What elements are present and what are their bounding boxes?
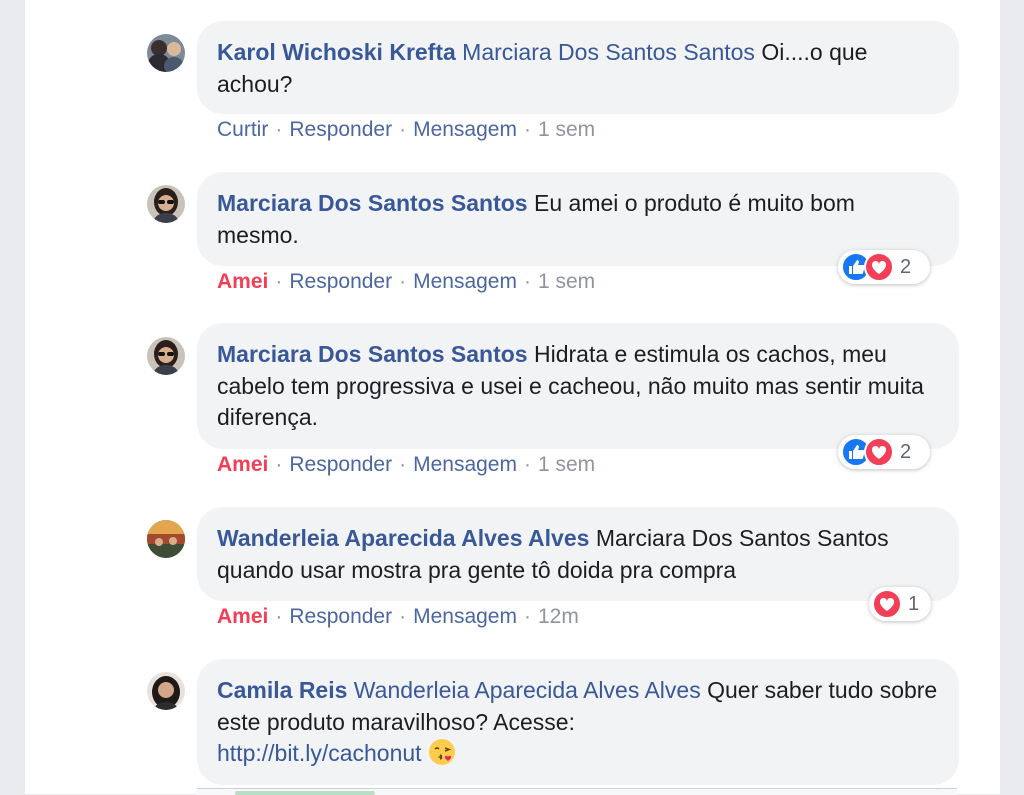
comment-timestamp[interactable]: 1 sem xyxy=(538,453,595,476)
comment-bubble: Wanderleia Aparecida Alves Alves Marciar… xyxy=(197,507,959,601)
message-button[interactable]: Mensagem xyxy=(413,453,517,476)
separator: · xyxy=(275,118,283,141)
love-icon xyxy=(864,252,894,282)
comment-author[interactable]: Wanderleia Aparecida Alves Alves xyxy=(217,525,589,551)
separator: · xyxy=(523,453,531,476)
separator: · xyxy=(523,605,531,628)
message-button[interactable]: Mensagem xyxy=(413,605,517,628)
kissing-face-icon xyxy=(428,738,456,775)
like-button[interactable]: Amei xyxy=(217,605,268,628)
comment-timestamp[interactable]: 1 sem xyxy=(538,118,595,141)
comment-mention[interactable]: Marciara Dos Santos Santos xyxy=(456,39,755,65)
avatar[interactable] xyxy=(147,337,185,375)
comment-author[interactable]: Marciara Dos Santos Santos xyxy=(217,190,528,216)
reaction-count: 2 xyxy=(900,440,912,463)
separator: · xyxy=(399,453,407,476)
reply-button[interactable]: Responder xyxy=(289,270,392,293)
comment-timestamp[interactable]: 1 sem xyxy=(538,270,595,293)
separator: · xyxy=(523,118,531,141)
separator: · xyxy=(523,270,531,293)
comment-actions: Curtir · Responder · Mensagem · 1 sem xyxy=(217,118,595,142)
comment-timestamp[interactable]: 12m xyxy=(538,605,579,628)
comment-author[interactable]: Camila Reis xyxy=(217,677,347,703)
comment-actions: Amei · Responder · Mensagem · 1 sem xyxy=(217,453,595,477)
separator: · xyxy=(399,605,407,628)
separator: · xyxy=(275,270,283,293)
message-button[interactable]: Mensagem xyxy=(413,118,517,141)
like-button[interactable]: Amei xyxy=(217,270,268,293)
reply-button[interactable]: Responder xyxy=(289,605,392,628)
reply-button[interactable]: Responder xyxy=(289,453,392,476)
love-icon xyxy=(872,589,902,619)
comment-author[interactable]: Karol Wichoski Krefta xyxy=(217,39,456,65)
sticker-preview xyxy=(235,791,375,795)
comment-mention[interactable]: Wanderleia Aparecida Alves Alves xyxy=(354,677,701,703)
avatar[interactable] xyxy=(147,34,185,72)
separator: · xyxy=(399,270,407,293)
separator: · xyxy=(275,605,283,628)
love-icon xyxy=(864,437,894,467)
reply-button[interactable]: Responder xyxy=(289,118,392,141)
like-button[interactable]: Amei xyxy=(217,453,268,476)
reactions-summary[interactable]: 2 xyxy=(838,250,930,284)
comment-bubble: Marciara Dos Santos Santos Hidrata e est… xyxy=(197,323,959,449)
comment-link[interactable]: http://bit.ly/cachonut xyxy=(217,740,422,766)
separator: · xyxy=(399,118,407,141)
reaction-count: 1 xyxy=(908,592,920,615)
reaction-count: 2 xyxy=(900,255,912,278)
comment-actions: Amei · Responder · Mensagem · 12m xyxy=(217,605,579,629)
like-button[interactable]: Curtir xyxy=(217,118,268,141)
separator: · xyxy=(275,453,283,476)
comment-actions: Amei · Responder · Mensagem · 1 sem xyxy=(217,270,595,294)
comments-panel: Karol Wichoski Krefta Marciara Dos Santo… xyxy=(25,0,1000,795)
comment-bubble: Camila Reis Wanderleia Aparecida Alves A… xyxy=(197,659,959,785)
comment-author[interactable]: Marciara Dos Santos Santos xyxy=(217,341,528,367)
reactions-summary[interactable]: 2 xyxy=(838,435,930,469)
avatar[interactable] xyxy=(147,672,185,710)
avatar[interactable] xyxy=(147,520,185,558)
avatar[interactable] xyxy=(147,185,185,223)
reactions-summary[interactable]: 1 xyxy=(869,587,931,621)
message-button[interactable]: Mensagem xyxy=(413,270,517,293)
comment-bubble: Karol Wichoski Krefta Marciara Dos Santo… xyxy=(197,21,959,114)
